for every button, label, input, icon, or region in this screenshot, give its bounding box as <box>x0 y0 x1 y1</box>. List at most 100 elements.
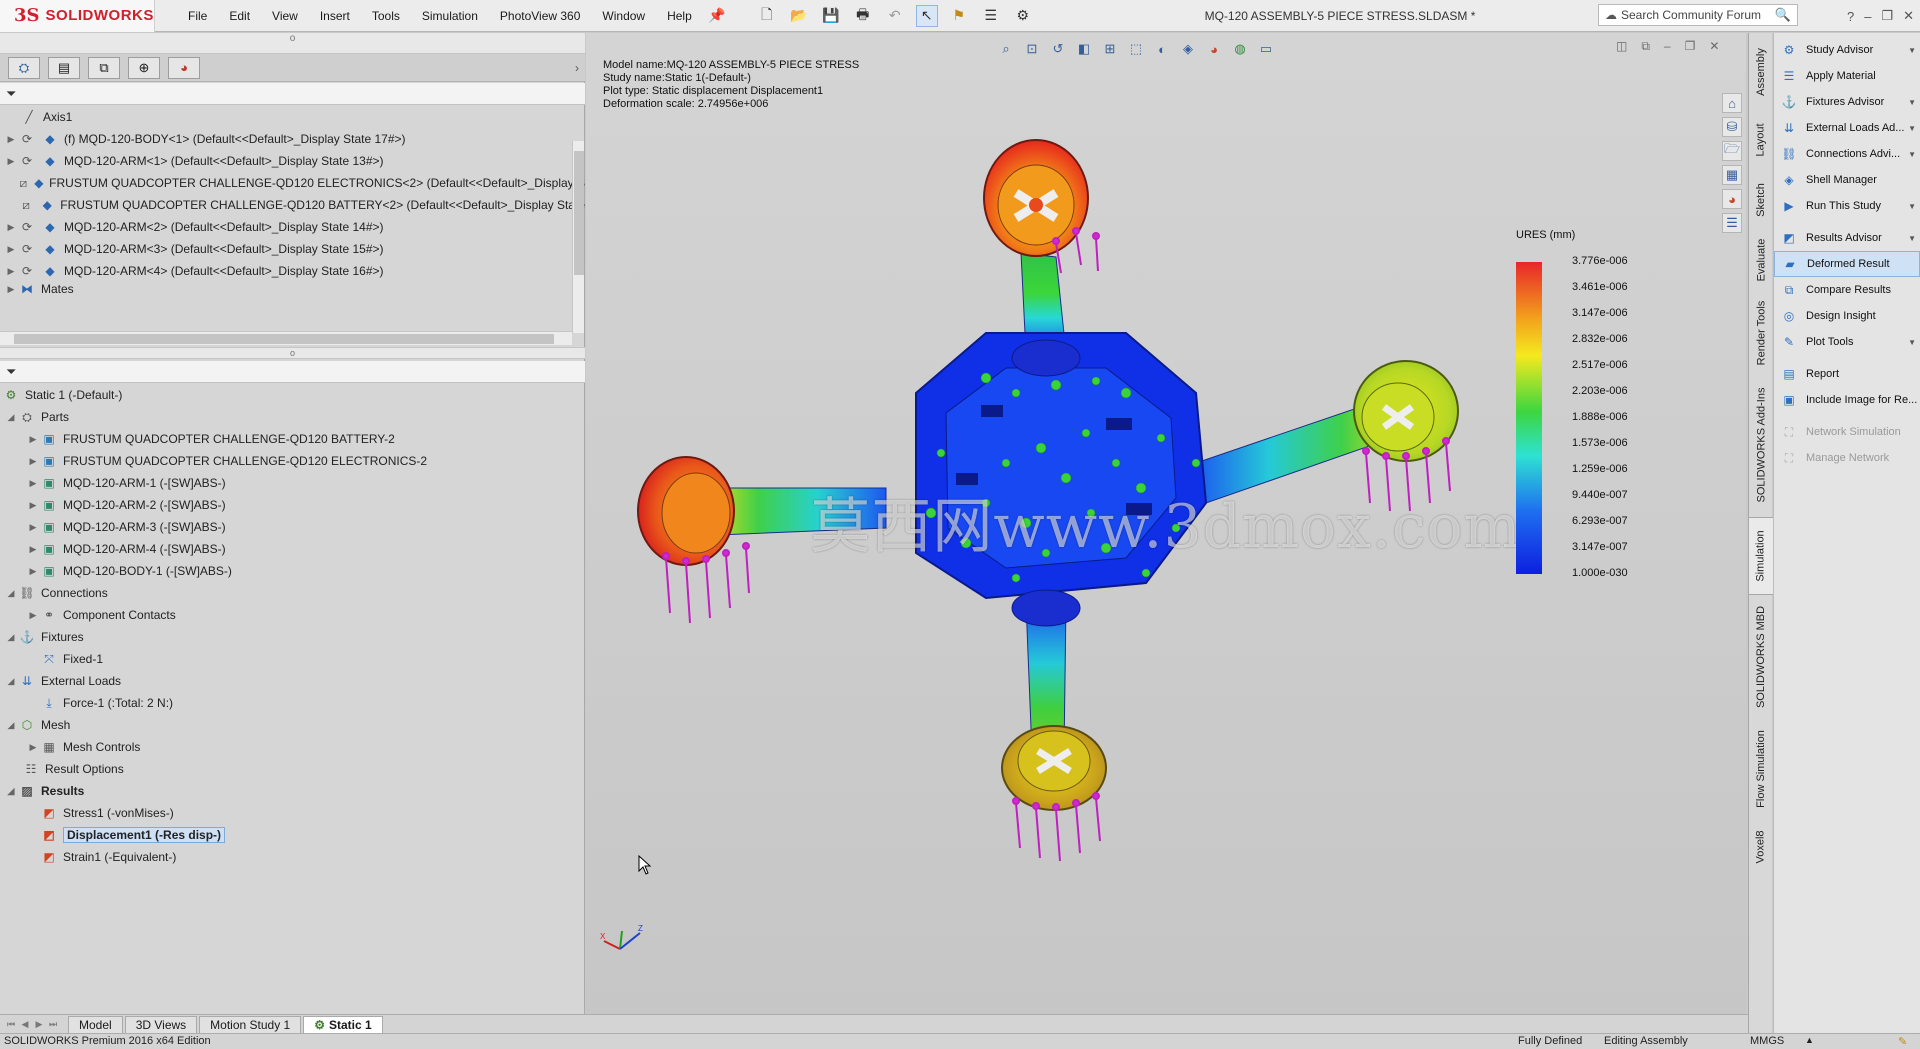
task-tab-voxel8[interactable]: Voxel8 <box>1749 821 1773 873</box>
units-dropdown-icon[interactable]: ▲ <box>1805 1035 1814 1045</box>
tab-model[interactable]: Model <box>68 1015 123 1033</box>
expand-icon[interactable]: ▶ <box>4 134 18 145</box>
dropdown-arrow-icon[interactable]: ▼ <box>1908 202 1916 211</box>
next-tab-icon[interactable]: ▶ <box>32 1019 46 1030</box>
sim-command-design-insight[interactable]: ◎ Design Insight <box>1774 303 1920 329</box>
dropdown-arrow-icon[interactable]: ▼ <box>1908 98 1916 107</box>
panel-splitter[interactable]: o <box>0 33 585 54</box>
expand-icon[interactable]: ▶ <box>26 456 40 467</box>
task-tab-assembly[interactable]: Assembly <box>1749 37 1773 107</box>
task-tab-solidworks-mbd[interactable]: SOLIDWORKS MBD <box>1749 597 1773 717</box>
expand-icon[interactable]: ▶ <box>26 500 40 511</box>
dropdown-arrow-icon[interactable]: ▼ <box>1908 338 1916 347</box>
sim-command-deformed-result[interactable]: ▰ Deformed Result <box>1774 251 1920 277</box>
collapse-icon[interactable]: ◢ <box>4 786 18 797</box>
prev-tab-icon[interactable]: ◀ <box>18 1019 32 1030</box>
study-part-item[interactable]: ▶ ▣ MQD-120-ARM-2 (-[SW]ABS-) <box>0 494 585 516</box>
task-tab-solidworks-add-ins[interactable]: SOLIDWORKS Add-Ins <box>1749 375 1773 515</box>
expand-icon[interactable]: ▶ <box>4 156 18 167</box>
tree-item-component[interactable]: ▶ ⟳ ◆ (f) MQD-120-BODY<1> (Default<<Defa… <box>0 128 585 150</box>
task-tab-flow-simulation[interactable]: Flow Simulation <box>1749 719 1773 819</box>
close-icon[interactable]: ✕ <box>1903 8 1914 24</box>
new-document-icon[interactable]: 🗋 <box>756 5 778 27</box>
tree-folder-parts[interactable]: ◢ ⛭ Parts <box>0 406 585 428</box>
print-icon[interactable]: 🖶 <box>852 5 874 27</box>
design-library-icon[interactable]: ⛁ <box>1722 117 1742 137</box>
expand-icon[interactable]: ▶ <box>26 522 40 533</box>
dropdown-arrow-icon[interactable]: ▼ <box>1908 150 1916 159</box>
tree-item-mates[interactable]: ▶ ⧓ Mates <box>0 282 585 296</box>
tree-item-axis[interactable]: ╱ Axis1 <box>0 106 585 128</box>
select-icon[interactable]: ↖ <box>915 4 938 27</box>
graphics-area[interactable]: ⌕ ⊡ ↺ ◧ ⊞ ⬚ ◐ ◈ ◕ ◍ ▭ ◫ ⧉ – ❐ ✕ Model na… <box>586 33 1746 1033</box>
sim-command-study-advisor[interactable]: ⚙ Study Advisor ▼ <box>1774 37 1920 63</box>
dropdown-arrow-icon[interactable]: ▼ <box>1908 124 1916 133</box>
solidworks-logo[interactable]: 3S SOLIDWORKS <box>0 0 155 32</box>
expand-icon[interactable]: ▶ <box>4 266 18 277</box>
pin-icon[interactable]: 📌 <box>706 5 728 27</box>
tree-item-component[interactable]: ⧄ ◆ FRUSTUM QUADCOPTER CHALLENGE-QD120 E… <box>0 172 585 194</box>
file-properties-icon[interactable]: ☰ <box>980 5 1002 27</box>
expand-icon[interactable]: ▶ <box>26 610 40 621</box>
tree-folder-external-loads[interactable]: ◢ ⇊ External Loads <box>0 670 585 692</box>
expand-icon[interactable]: ▶ <box>26 478 40 489</box>
file-explorer-icon[interactable]: 🗁 <box>1722 141 1742 161</box>
study-part-item[interactable]: ▶ ▣ FRUSTUM QUADCOPTER CHALLENGE-QD120 B… <box>0 428 585 450</box>
menu-help[interactable]: Help <box>656 0 703 32</box>
scrollbar-thumb[interactable] <box>574 151 584 275</box>
collapse-icon[interactable]: ◢ <box>4 720 18 731</box>
menu-view[interactable]: View <box>261 0 309 32</box>
status-units[interactable]: MMGS <box>1750 1035 1784 1047</box>
component-contacts-item[interactable]: ▶ ⚭ Component Contacts <box>0 604 585 626</box>
last-tab-icon[interactable]: ⏭ <box>46 1019 60 1030</box>
tree-folder-mesh[interactable]: ◢ ⬡ Mesh <box>0 714 585 736</box>
view-palette-icon[interactable]: ▦ <box>1722 165 1742 185</box>
tree-item-component[interactable]: ▶ ⟳ ◆ MQD-120-ARM<4> (Default<<Default>_… <box>0 260 585 282</box>
menu-file[interactable]: File <box>177 0 218 32</box>
sim-command-compare-results[interactable]: ⧉ Compare Results <box>1774 277 1920 303</box>
fixture-item[interactable]: ⤧ Fixed-1 <box>0 648 585 670</box>
tab-3d-views[interactable]: 3D Views <box>124 1015 198 1033</box>
tab-static-study[interactable]: ⚙ Static 1 <box>303 1015 383 1033</box>
sim-command-network-simulation[interactable]: ⛶ Network Simulation <box>1774 419 1920 445</box>
study-part-item[interactable]: ▶ ▣ MQD-120-ARM-3 (-[SW]ABS-) <box>0 516 585 538</box>
tree-item-component[interactable]: ▶ ⟳ ◆ MQD-120-ARM<1> (Default<<Default>_… <box>0 150 585 172</box>
study-part-item[interactable]: ▶ ▣ MQD-120-BODY-1 (-[SW]ABS-) <box>0 560 585 582</box>
sim-command-report[interactable]: ▤ Report <box>1774 361 1920 387</box>
sim-command-shell-manager[interactable]: ◈ Shell Manager <box>1774 167 1920 193</box>
force-item[interactable]: ⤓ Force-1 (:Total: 2 N:) <box>0 692 585 714</box>
sim-command-apply-material[interactable]: ☰ Apply Material <box>1774 63 1920 89</box>
expand-icon[interactable]: ▶ <box>4 284 18 295</box>
expand-icon[interactable]: ▶ <box>4 222 18 233</box>
study-part-item[interactable]: ▶ ▣ MQD-120-ARM-4 (-[SW]ABS-) <box>0 538 585 560</box>
help-icon[interactable]: ? <box>1847 9 1854 24</box>
sim-command-fixtures-advisor[interactable]: ⚓ Fixtures Advisor ▼ <box>1774 89 1920 115</box>
restore-icon[interactable]: ❐ <box>1881 8 1893 24</box>
menu-window[interactable]: Window <box>591 0 656 32</box>
minimize-icon[interactable]: – <box>1864 9 1871 24</box>
display-manager-tab-icon[interactable]: ◕ <box>168 56 200 79</box>
sim-command-manage-network[interactable]: ⛶ Manage Network <box>1774 445 1920 471</box>
search-community-input[interactable]: ☁ Search Community Forum 🔍 <box>1598 4 1798 26</box>
menu-insert[interactable]: Insert <box>309 0 361 32</box>
rebuild-status-icon[interactable]: ✎ <box>1898 1035 1907 1048</box>
tab-motion-study[interactable]: Motion Study 1 <box>199 1015 302 1033</box>
study-tree-filter[interactable]: ⏷ <box>0 361 585 383</box>
property-manager-tab-icon[interactable]: ▤ <box>48 56 80 79</box>
scrollbar-thumb[interactable] <box>14 334 554 344</box>
tree-item-component[interactable]: ▶ ⟳ ◆ MQD-120-ARM<2> (Default<<Default>_… <box>0 216 585 238</box>
tree-folder-connections[interactable]: ◢ ⛓ Connections <box>0 582 585 604</box>
expand-icon[interactable]: ▶ <box>26 742 40 753</box>
study-root[interactable]: ⚙ Static 1 (-Default-) <box>0 384 585 406</box>
collapse-icon[interactable]: ◢ <box>4 412 18 423</box>
tree-folder-results[interactable]: ◢ ▨ Results <box>0 780 585 802</box>
study-part-item[interactable]: ▶ ▣ FRUSTUM QUADCOPTER CHALLENGE-QD120 E… <box>0 450 585 472</box>
sim-command-run-this-study[interactable]: ▶ Run This Study ▼ <box>1774 193 1920 219</box>
sim-command-plot-tools[interactable]: ✎ Plot Tools ▼ <box>1774 329 1920 355</box>
configuration-manager-tab-icon[interactable]: ⧉ <box>88 56 120 79</box>
dropdown-arrow-icon[interactable]: ▼ <box>1908 46 1916 55</box>
open-icon[interactable]: 📂 <box>788 5 810 27</box>
result-plot-item[interactable]: ◩ Stress1 (-vonMises-) <box>0 802 585 824</box>
first-tab-icon[interactable]: ⏮ <box>4 1019 18 1030</box>
menu-edit[interactable]: Edit <box>218 0 261 32</box>
